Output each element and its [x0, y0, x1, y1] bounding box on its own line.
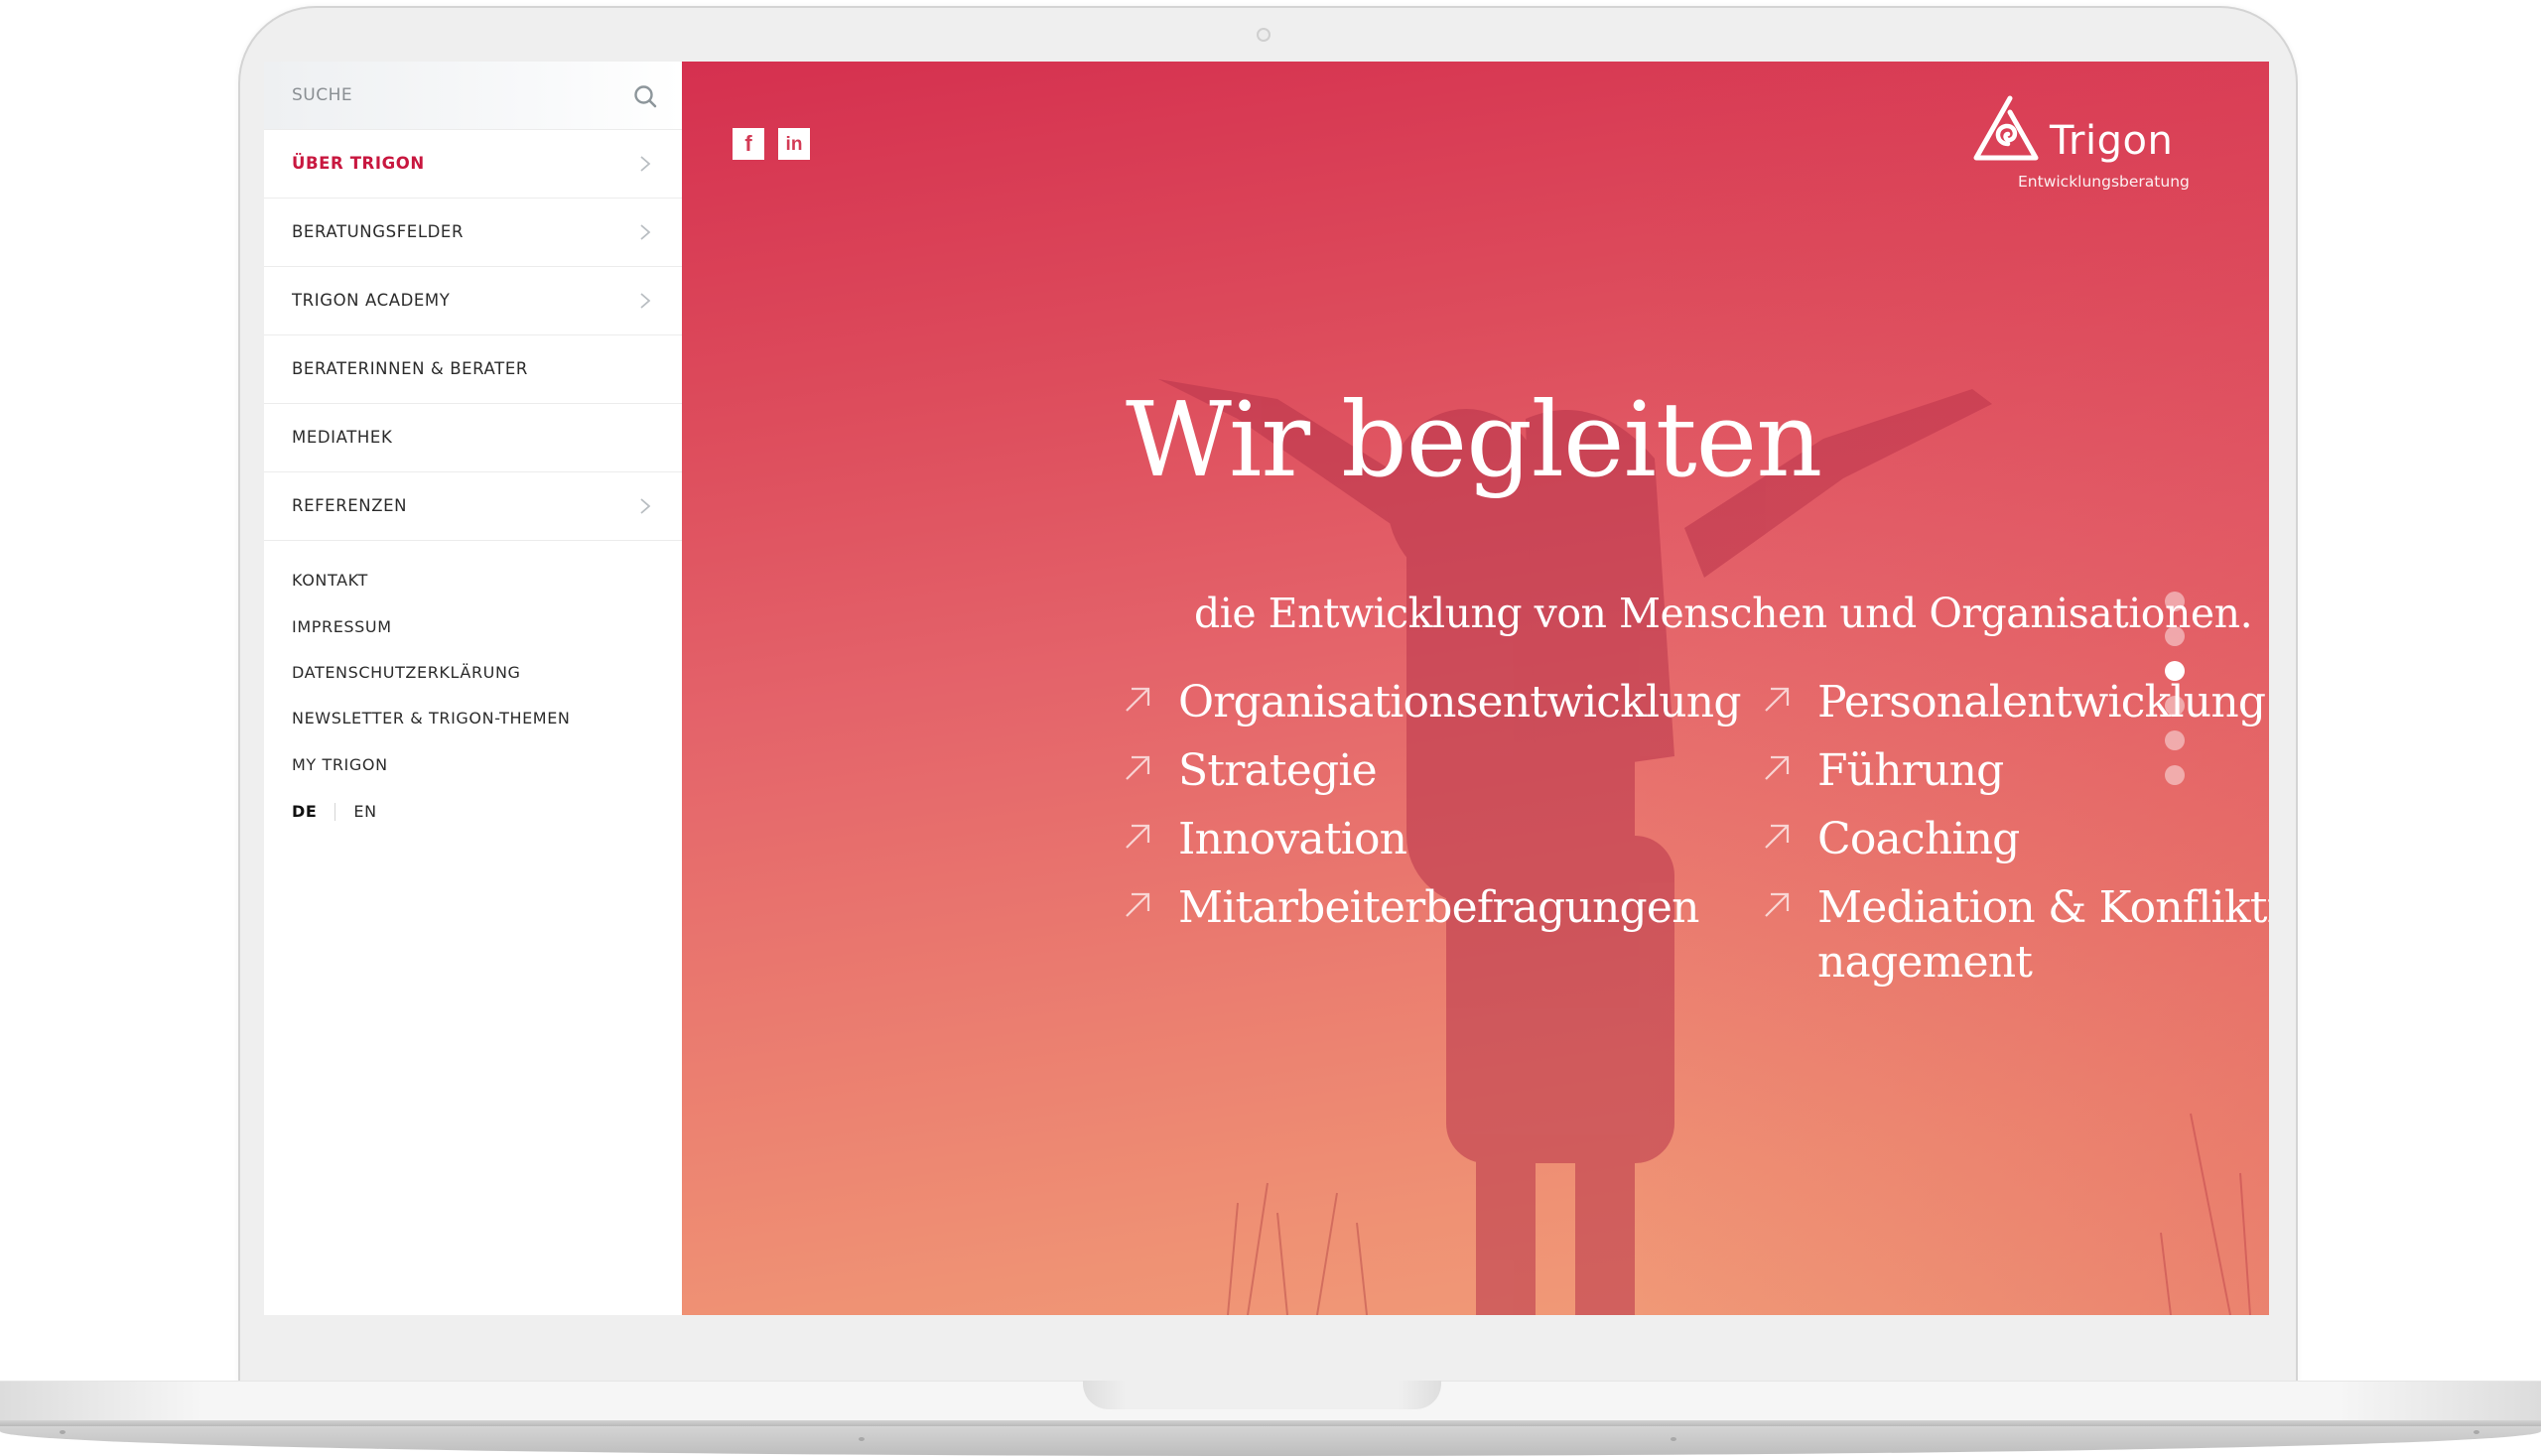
facebook-icon: f [744, 131, 752, 156]
arrow-up-right-icon [1765, 892, 1790, 917]
language-divider [334, 802, 336, 821]
topic-link[interactable]: Organisationsentwicklung [1123, 675, 1742, 729]
topic-label: Strategie [1178, 745, 1378, 796]
search-icon[interactable] [632, 83, 658, 109]
link-my-trigon[interactable]: MY TRIGON [292, 755, 388, 774]
slider-dot[interactable] [2165, 765, 2185, 785]
sidebar-item-label: TRIGON ACADEMY [292, 291, 451, 310]
language-de[interactable]: DE [292, 802, 317, 821]
chevron-right-icon [640, 293, 651, 309]
sidebar-item-label: BERATERINNEN & BERATER [292, 359, 528, 378]
language-en[interactable]: EN [353, 802, 376, 821]
search-bar [264, 62, 682, 130]
sidebar-item-label: MEDIATHEK [292, 428, 393, 447]
sidebar-item-label: ÜBER TRIGON [292, 154, 425, 173]
logo-name: Trigon [2050, 118, 2174, 164]
slider-dot[interactable] [2165, 730, 2185, 750]
topic-link[interactable]: Führung [1762, 743, 2004, 798]
trigon-logo[interactable]: Trigon Entwicklungsberatung [1972, 94, 2201, 194]
topic-label: Coaching [1817, 814, 2020, 864]
sidebar-menu: ÜBER TRIGON BERATUNGSFELDER TRIGON ACADE… [264, 62, 682, 1315]
chevron-right-icon [640, 498, 651, 514]
topic-link[interactable]: Coaching [1762, 812, 2020, 866]
slider-pagination [2165, 592, 2187, 800]
topic-link[interactable]: Innovation [1123, 812, 1407, 866]
sidebar-item-beratungsfelder[interactable]: BERATUNGSFELDER [264, 199, 682, 267]
link-impressum[interactable]: IMPRESSUM [292, 617, 392, 636]
linkedin-button[interactable]: in [778, 128, 810, 160]
topic-label: Mediation & Konfliktma- nagement [1817, 882, 2269, 988]
topic-link[interactable]: Personalentwicklung [1762, 675, 2266, 729]
trigon-logo-icon [1973, 95, 2039, 161]
slider-dot[interactable] [2165, 626, 2185, 646]
facebook-button[interactable]: f [733, 128, 764, 160]
chevron-right-icon [640, 156, 651, 172]
search-input[interactable] [292, 62, 609, 129]
arrow-up-right-icon [1126, 892, 1150, 917]
topic-label: Führung [1817, 745, 2004, 796]
topic-link[interactable]: Mitarbeiterbefragungen [1123, 880, 1699, 935]
topic-label: Mitarbeiterbefragungen [1178, 882, 1699, 933]
arrow-up-right-icon [1765, 824, 1790, 849]
topic-label: Innovation [1178, 814, 1407, 864]
sidebar-item-mediathek[interactable]: MEDIATHEK [264, 404, 682, 472]
language-switcher: DE EN [292, 802, 377, 821]
screen: ÜBER TRIGON BERATUNGSFELDER TRIGON ACADE… [264, 62, 2269, 1315]
link-kontakt[interactable]: KONTAKT [292, 571, 368, 590]
link-newsletter[interactable]: NEWSLETTER & TRIGON-THEMEN [292, 709, 571, 728]
arrow-up-right-icon [1126, 687, 1150, 712]
sidebar-item-referenzen[interactable]: REFERENZEN [264, 472, 682, 541]
logo-tagline: Entwicklungsberatung [2018, 173, 2190, 191]
arrow-up-right-icon [1765, 755, 1790, 780]
sidebar-item-label: BERATUNGSFELDER [292, 222, 465, 241]
topic-label: Personalentwicklung [1817, 677, 2266, 728]
topic-link[interactable]: Strategie [1123, 743, 1378, 798]
slider-dot[interactable] [2165, 592, 2185, 611]
arrow-up-right-icon [1126, 824, 1150, 849]
hero-headline: Wir begleiten [1126, 379, 1822, 500]
hero-subline: die Entwicklung von Menschen und Organis… [1194, 590, 2253, 637]
sidebar-item-beraterinnen[interactable]: BERATERINNEN & BERATER [264, 335, 682, 404]
linkedin-icon: in [785, 133, 803, 155]
topic-label: Organisationsentwicklung [1178, 677, 1742, 728]
slider-dot-active[interactable] [2165, 661, 2185, 681]
laptop-notch [1083, 1381, 1441, 1409]
sidebar-item-ueber-trigon[interactable]: ÜBER TRIGON [264, 130, 682, 199]
chevron-right-icon [640, 224, 651, 240]
hero-section: f in Trigon Entwicklungsberatung Wir beg… [682, 62, 2269, 1315]
arrow-up-right-icon [1765, 687, 1790, 712]
sidebar-item-label: REFERENZEN [292, 496, 408, 515]
link-datenschutz[interactable]: DATENSCHUTZERKLÄRUNG [292, 663, 521, 682]
arrow-up-right-icon [1126, 755, 1150, 780]
slider-dot[interactable] [2165, 696, 2185, 716]
topic-link[interactable]: Mediation & Konfliktma- nagement [1762, 880, 2269, 990]
sidebar-item-trigon-academy[interactable]: TRIGON ACADEMY [264, 267, 682, 335]
camera-icon [1257, 28, 1270, 42]
